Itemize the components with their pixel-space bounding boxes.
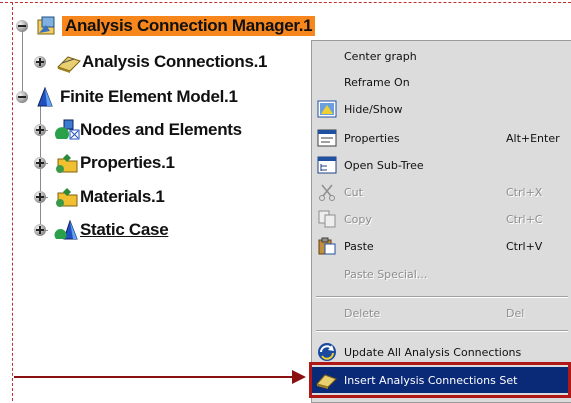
copy-icon [316, 209, 338, 229]
tree-node-analysis-connections[interactable]: Analysis Connections.1 [56, 49, 267, 75]
static-case-icon [54, 219, 78, 241]
menu-item-delete[interactable]: Delete Del [312, 300, 571, 326]
tree-node-label: Analysis Connections.1 [82, 52, 268, 71]
tree-connector [22, 30, 23, 92]
menu-item-label: Center graph [344, 49, 417, 63]
tree-node-label: Finite Element Model.1 [60, 87, 238, 106]
menu-item-copy[interactable]: Copy Ctrl+C [312, 206, 571, 232]
tree-node-static-case[interactable]: Static Case [54, 217, 169, 243]
nodes-elements-icon [54, 119, 80, 141]
menu-item-label: Properties [344, 131, 400, 145]
menu-item-label: Cut [344, 185, 363, 199]
blank-icon [316, 72, 338, 92]
menu-item-shortcut: Ctrl+C [506, 212, 543, 226]
expand-toggle[interactable] [34, 124, 46, 136]
menu-item-properties[interactable]: Properties Alt+Enter [312, 125, 571, 151]
menu-item-shortcut: Alt+Enter [506, 131, 560, 145]
annotation-arrow-line [14, 376, 294, 378]
hide-show-icon [316, 99, 338, 119]
menu-item-label: Update All Analysis Connections [344, 345, 522, 359]
menu-item-paste-special[interactable]: Paste Special... [312, 261, 571, 287]
menu-separator [316, 330, 568, 332]
menu-item-label: Hide/Show [344, 102, 403, 116]
blank-icon [316, 264, 338, 284]
expand-toggle[interactable] [34, 56, 46, 68]
menu-item-paste[interactable]: Paste Ctrl+V [312, 233, 571, 259]
tree-node-properties[interactable]: Properties.1 [54, 150, 175, 176]
menu-item-shortcut: Del [506, 306, 525, 320]
properties-folder-icon [54, 152, 78, 174]
tree-node-label: Materials.1 [80, 187, 165, 206]
tree-node-label: Properties.1 [80, 153, 175, 172]
menu-item-cut[interactable]: Cut Ctrl+X [312, 179, 571, 205]
menu-item-label: Paste [344, 239, 374, 253]
annotation-arrow-head [292, 370, 306, 384]
menu-item-shortcut: Ctrl+X [506, 185, 543, 199]
scissors-icon [316, 182, 338, 202]
paste-icon [316, 236, 338, 256]
dashed-border-left [12, 2, 13, 401]
context-menu: Center graph Reframe On Hide/Show Proper… [311, 40, 571, 403]
expand-toggle[interactable] [34, 224, 46, 236]
menu-item-open-sub-tree[interactable]: Open Sub-Tree [312, 152, 571, 178]
collapse-toggle[interactable] [16, 91, 28, 103]
menu-separator [316, 296, 568, 298]
tree-node-label: Analysis Connection Manager.1 [62, 16, 316, 36]
menu-item-label: Reframe On [344, 75, 410, 89]
menu-item-reframe-on[interactable]: Reframe On [312, 69, 571, 95]
tree-node-analysis-connection-manager[interactable]: Analysis Connection Manager.1 [36, 13, 316, 39]
expand-toggle[interactable] [34, 191, 46, 203]
menu-item-label: Copy [344, 212, 372, 226]
blank-icon [316, 46, 338, 66]
menu-item-shortcut: Ctrl+V [506, 239, 543, 253]
expand-toggle[interactable] [34, 157, 46, 169]
tree-node-nodes-and-elements[interactable]: Nodes and Elements [54, 117, 242, 143]
menu-item-hide-show[interactable]: Hide/Show [312, 96, 571, 122]
tree-node-label: Nodes and Elements [80, 120, 242, 139]
menu-item-label: Paste Special... [344, 267, 428, 281]
finite-element-model-icon [34, 86, 58, 108]
tree-node-finite-element-model[interactable]: Finite Element Model.1 [34, 84, 238, 110]
collapse-toggle[interactable] [16, 20, 28, 32]
menu-item-label: Open Sub-Tree [344, 158, 424, 172]
blank-icon [316, 303, 338, 323]
open-subtree-icon [316, 155, 338, 175]
properties-icon [316, 128, 338, 148]
tree-node-label: Static Case [80, 220, 169, 239]
menu-item-label: Delete [344, 306, 381, 320]
analysis-manager-icon [36, 15, 60, 37]
dashed-border-top [0, 2, 571, 3]
annotation-highlight-box [309, 362, 571, 398]
materials-folder-icon [54, 186, 78, 208]
tree-node-materials[interactable]: Materials.1 [54, 184, 165, 210]
menu-item-center-graph[interactable]: Center graph [312, 43, 571, 69]
analysis-connections-icon [56, 51, 81, 73]
update-icon [316, 342, 338, 362]
